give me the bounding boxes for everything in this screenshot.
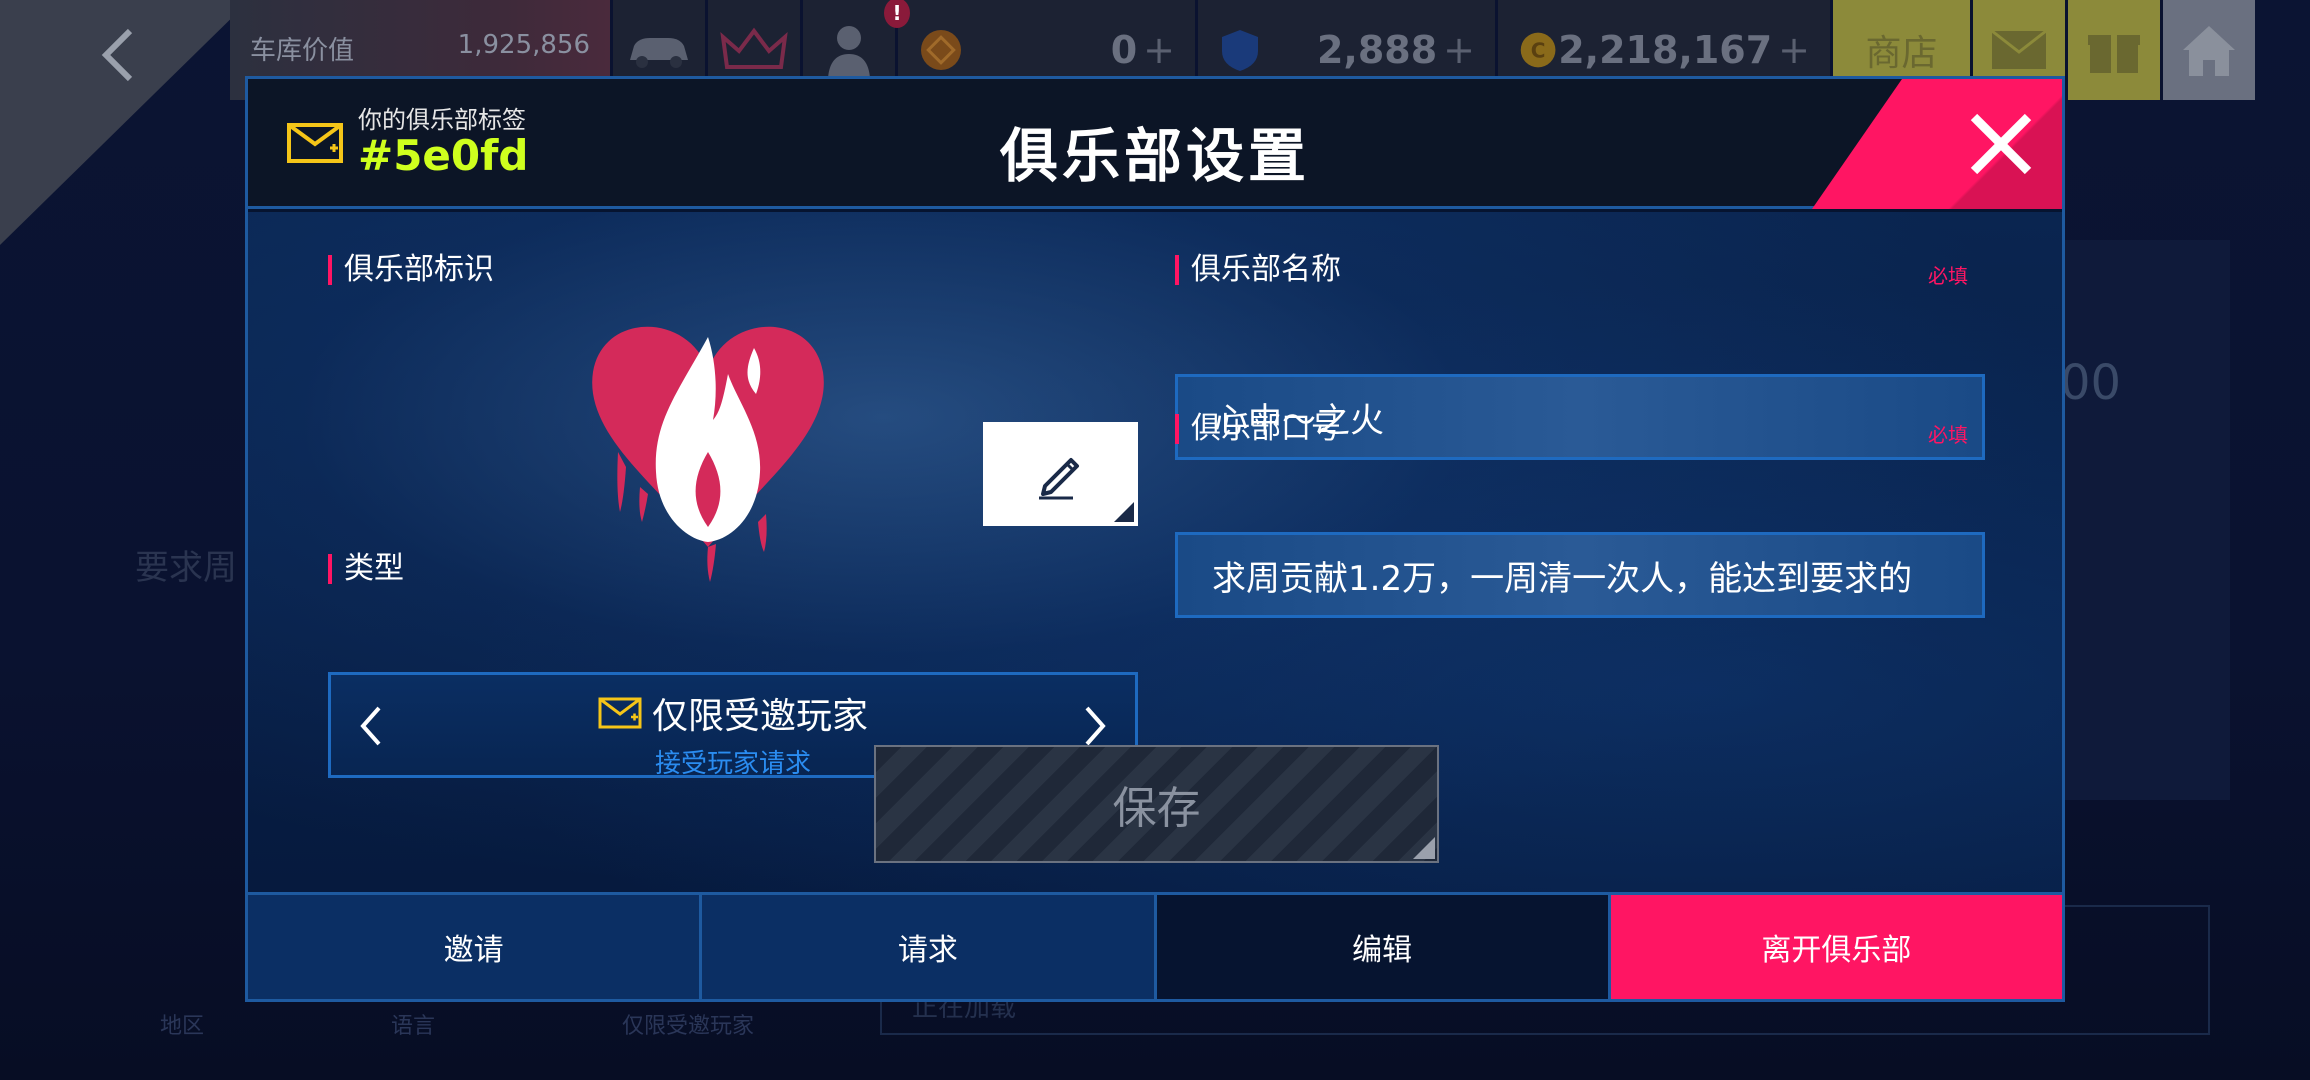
dialog-title: 俱乐部设置 (999, 122, 1310, 190)
add-coins-icon[interactable]: + (1778, 28, 1810, 72)
tab-requests[interactable]: 请求 (702, 895, 1157, 999)
dialog-body: 俱乐部标识 类型 仅限受邀玩家 接受玩家请求 俱乐部名称 必填 心中～之火 俱乐… (248, 212, 2062, 895)
club-name-label: 俱乐部名称 (1175, 255, 1341, 285)
background-bottom-labels: 地区 语言 仅限受邀玩家 (160, 1008, 754, 1040)
car-icon (630, 38, 688, 68)
gift-icon (2088, 35, 2140, 73)
tab-edit[interactable]: 编辑 (1156, 895, 1611, 999)
background-side-panel (2060, 240, 2230, 800)
chevron-right-icon (1085, 706, 1106, 746)
type-value: 仅限受邀玩家 (651, 696, 868, 737)
chevron-left-icon (101, 28, 133, 82)
club-motto-label: 俱乐部口号 (1175, 414, 1341, 444)
background-side-number: 00 (2060, 355, 2122, 411)
credits-amount: 2,888 (1316, 28, 1438, 72)
garage-label: 车库价值 (250, 36, 355, 66)
save-button[interactable]: 保存 (874, 745, 1439, 863)
bottom-label: 地区 (160, 1014, 205, 1039)
close-icon (1970, 113, 2032, 175)
token-icon (921, 30, 961, 70)
tab-invite[interactable]: 邀请 (248, 895, 703, 999)
envelope-icon (598, 697, 642, 729)
bottom-label: 语言 (391, 1014, 436, 1039)
pencil-icon (1038, 458, 1079, 500)
coins-amount: 2,218,167 (1558, 28, 1773, 72)
home-icon (2183, 26, 2235, 76)
edit-emblem-button[interactable] (983, 422, 1138, 526)
crown-icon (720, 27, 788, 69)
home-button[interactable] (2160, 0, 2255, 100)
envelope-icon (1991, 29, 2047, 69)
notification-badge: ! (884, 0, 910, 28)
avatar-icon (828, 26, 870, 78)
coin-icon: C (1520, 32, 1556, 68)
tokens-amount: 0 (1110, 28, 1138, 72)
club-name-required: 必填 (1928, 264, 1968, 288)
type-next-button[interactable] (1075, 701, 1115, 751)
shield-icon (1222, 30, 1258, 71)
dialog-tabs: 邀请 请求 编辑 离开俱乐部 (248, 892, 2062, 999)
leave-club-button[interactable]: 离开俱乐部 (1610, 895, 2062, 999)
background-side-text: 要求周 (135, 548, 237, 588)
dialog-header: 你的俱乐部标签 #5e0fd 俱乐部设置 (248, 79, 2062, 209)
bottom-label: 仅限受邀玩家 (622, 1014, 755, 1039)
garage-amount: 1,925,856 (457, 30, 590, 60)
emblem-label: 俱乐部标识 (328, 255, 494, 285)
club-motto-input[interactable]: 求周贡献1.2万，一周清一次人，能达到要求的 (1175, 532, 1985, 618)
add-credits-icon[interactable]: + (1443, 28, 1475, 72)
club-settings-dialog: 你的俱乐部标签 #5e0fd 俱乐部设置 俱乐部标识 类型 仅限受邀玩家 接受玩… (245, 76, 2065, 1002)
svg-text:C: C (1531, 38, 1546, 62)
gift-button[interactable] (2065, 0, 2160, 100)
back-button[interactable] (88, 20, 148, 90)
type-label: 类型 (328, 554, 404, 584)
club-emblem-icon (592, 326, 824, 582)
club-motto-required: 必填 (1928, 423, 1968, 447)
add-tokens-icon[interactable]: + (1143, 28, 1175, 72)
